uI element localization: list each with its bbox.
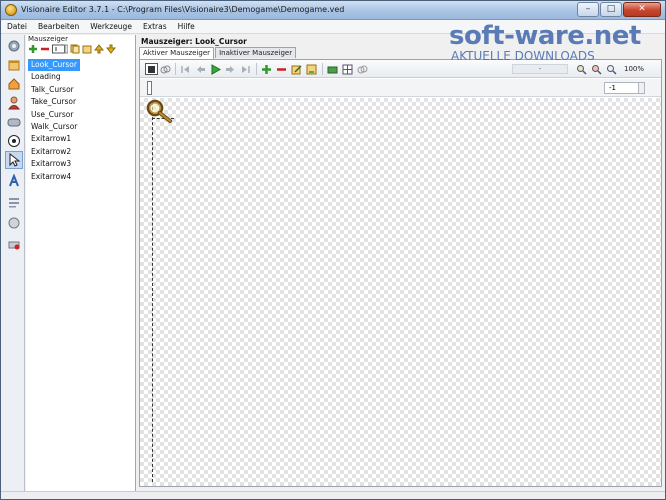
list-item[interactable]: Look_Cursor — [28, 59, 134, 72]
values-text-icon[interactable] — [5, 193, 23, 211]
transparency-icon[interactable] — [357, 64, 368, 75]
tab-inactive-cursor[interactable]: Inaktiver Mauszeiger — [215, 47, 297, 58]
fonts-letter-icon[interactable] — [5, 172, 23, 190]
stop-icon[interactable] — [145, 63, 158, 75]
objects-ball-icon[interactable] — [5, 132, 23, 150]
copy-icon[interactable] — [70, 44, 80, 54]
editor-tabs: Aktiver Mauszeiger Inaktiver Mauszeiger — [139, 47, 297, 59]
list-item[interactable]: Take_Cursor — [28, 96, 134, 108]
frame-timeline: -1 — [140, 79, 661, 97]
menu-bearbeiten[interactable]: Bearbeiten — [32, 20, 84, 33]
link-icon[interactable] — [160, 64, 171, 75]
toolbar-separator — [175, 63, 176, 75]
next-frame-icon[interactable] — [225, 64, 236, 75]
previous-frame-icon[interactable] — [195, 64, 206, 75]
last-frame-icon[interactable] — [240, 64, 251, 75]
app-window: Visionaire Editor 3.7.1 - C:\Program Fil… — [0, 0, 666, 500]
menu-hilfe[interactable]: Hilfe — [172, 20, 200, 33]
maximize-icon: □ — [606, 4, 616, 14]
frame-properties-icon[interactable] — [306, 64, 317, 75]
status-bar — [1, 491, 665, 499]
list-item[interactable]: Exitarrow4 — [28, 171, 134, 183]
window-title: Visionaire Editor 3.7.1 - C:\Program Fil… — [21, 5, 345, 14]
frame-image-icon[interactable] — [327, 64, 338, 75]
tab-active-cursor[interactable]: Aktiver Mauszeiger — [139, 47, 215, 59]
frame-delay-stepper[interactable] — [638, 82, 645, 94]
add-frame-icon[interactable] — [261, 64, 272, 75]
cursor-canvas[interactable] — [140, 98, 661, 486]
first-frame-icon[interactable] — [180, 64, 191, 75]
settings-gear-icon[interactable] — [5, 37, 23, 55]
magnifier-cursor-image[interactable] — [144, 98, 176, 124]
watermark-logo: soft-ware.net AKTUELLE DOWNLOADS — [449, 23, 659, 69]
menu-werkzeuge[interactable]: Werkzeuge — [84, 20, 137, 33]
watermark-subtitle: AKTUELLE DOWNLOADS — [451, 49, 595, 63]
list-item[interactable]: Use_Cursor — [28, 109, 134, 121]
window-controls: – □ ✕ — [576, 2, 661, 17]
list-item[interactable]: Exitarrow1 — [28, 133, 134, 145]
interface-icon[interactable] — [5, 56, 23, 74]
canvas-guide-vertical — [152, 102, 153, 482]
characters-person-icon[interactable] — [5, 94, 23, 112]
mouse-cursor-icon[interactable] — [5, 151, 23, 169]
tab-content: - 100% -1 — [139, 59, 662, 487]
cursor-list-panel: Mauszeiger Look_Cursor Loading Talk_Curs… — [26, 35, 136, 491]
menu-datei[interactable]: Datei — [1, 20, 32, 33]
add-icon[interactable] — [28, 44, 38, 54]
toolbar-separator — [256, 63, 257, 75]
close-button[interactable]: ✕ — [623, 2, 661, 17]
cursor-editor: Mauszeiger: Look_Cursor Aktiver Mauszeig… — [138, 35, 664, 491]
toolbar-separator — [322, 63, 323, 75]
move-down-icon[interactable] — [106, 44, 116, 54]
edit-frame-icon[interactable] — [291, 64, 302, 75]
remove-icon[interactable] — [40, 44, 50, 54]
list-item-label[interactable]: Look_Cursor — [28, 59, 80, 72]
scenes-house-icon[interactable] — [5, 75, 23, 93]
play-icon[interactable] — [210, 64, 221, 75]
app-logo-icon — [5, 4, 17, 16]
close-icon: ✕ — [638, 4, 646, 14]
menu-extras[interactable]: Extras — [137, 20, 172, 33]
watermark-title: soft-ware.net — [449, 21, 641, 51]
panel-toolbar — [28, 43, 134, 55]
page-title: Mauszeiger: Look_Cursor — [141, 37, 247, 46]
grid-icon[interactable] — [342, 64, 353, 75]
minimize-icon: – — [585, 4, 591, 14]
paste-icon[interactable] — [82, 44, 92, 54]
list-item[interactable]: Talk_Cursor — [28, 84, 134, 96]
maximize-button[interactable]: □ — [600, 2, 622, 17]
minimize-button[interactable]: – — [577, 2, 599, 17]
panel-title: Mauszeiger — [28, 35, 68, 43]
list-item[interactable]: Exitarrow3 — [28, 158, 134, 170]
list-item[interactable]: Loading — [28, 71, 134, 83]
title-bar[interactable]: Visionaire Editor 3.7.1 - C:\Program Fil… — [1, 1, 665, 20]
cursor-list: Look_Cursor Loading Talk_Cursor Take_Cur… — [28, 59, 134, 183]
list-item[interactable]: Exitarrow2 — [28, 146, 134, 158]
category-sidebar — [2, 35, 25, 491]
rename-field-icon[interactable] — [52, 44, 68, 54]
conditions-icon[interactable] — [5, 214, 23, 232]
move-up-icon[interactable] — [94, 44, 104, 54]
scripts-record-icon[interactable] — [5, 235, 23, 253]
list-item[interactable]: Walk_Cursor — [28, 121, 134, 133]
remove-frame-icon[interactable] — [276, 64, 287, 75]
frame-marker[interactable] — [147, 81, 152, 95]
dialogs-gamepad-icon[interactable] — [5, 113, 23, 131]
